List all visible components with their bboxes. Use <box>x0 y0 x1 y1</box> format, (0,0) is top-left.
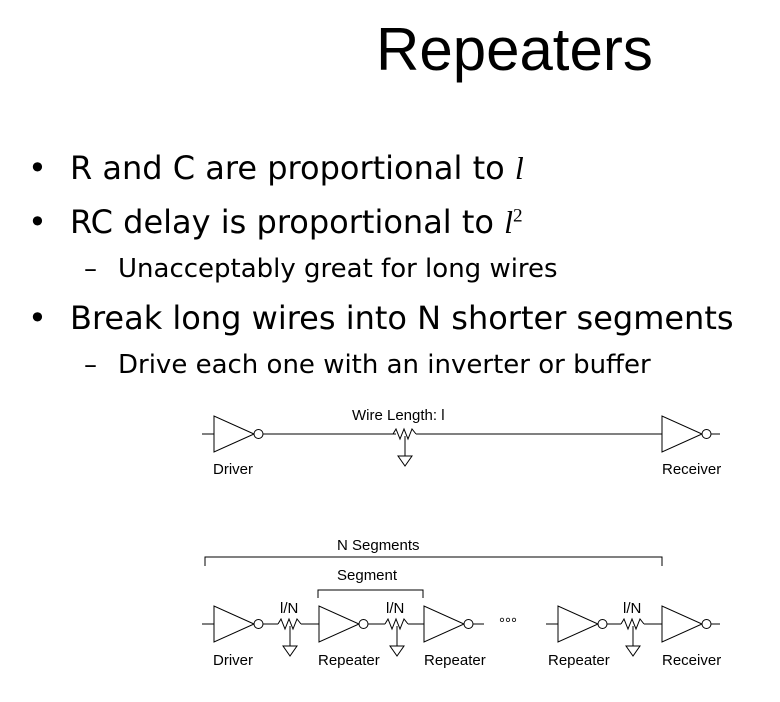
receiver-inverter <box>649 415 712 453</box>
segment-bracket <box>317 589 424 598</box>
n-segments-bracket <box>204 556 663 566</box>
driver-inverter <box>201 415 264 453</box>
bottom-circuit: N Segments Segment l/N l/N °°° l/N Drive… <box>201 537 721 669</box>
segment-resistor <box>384 618 409 657</box>
segment-label: Segment <box>337 567 398 584</box>
repeater-inverter <box>545 605 608 643</box>
wire-length-label: Wire Length: l <box>352 407 445 424</box>
driver-inverter <box>201 605 264 643</box>
repeater-label: Repeater <box>424 652 486 669</box>
ellipsis: °°° <box>499 615 517 632</box>
segment-resistance-label: l/N <box>280 600 298 617</box>
repeater-inverter <box>411 605 474 643</box>
repeater-circuit-diagram: Wire Length: l Driver Receiver N Segment… <box>201 407 721 669</box>
repeater-label: Repeater <box>548 652 610 669</box>
wire-resistor <box>392 428 417 467</box>
repeater-label: Repeater <box>318 652 380 669</box>
segment-resistor <box>277 618 302 657</box>
repeater-inverter <box>306 605 369 643</box>
receiver-inverter <box>649 605 712 643</box>
segment-resistance-label: l/N <box>386 600 404 617</box>
driver-label: Driver <box>213 652 253 669</box>
segment-resistance-label: l/N <box>623 600 641 617</box>
top-circuit: Wire Length: l Driver Receiver <box>201 407 721 478</box>
receiver-label: Receiver <box>662 461 721 478</box>
segment-resistor <box>620 618 645 657</box>
receiver-label: Receiver <box>662 652 721 669</box>
driver-label: Driver <box>213 461 253 478</box>
n-segments-label: N Segments <box>337 537 420 554</box>
